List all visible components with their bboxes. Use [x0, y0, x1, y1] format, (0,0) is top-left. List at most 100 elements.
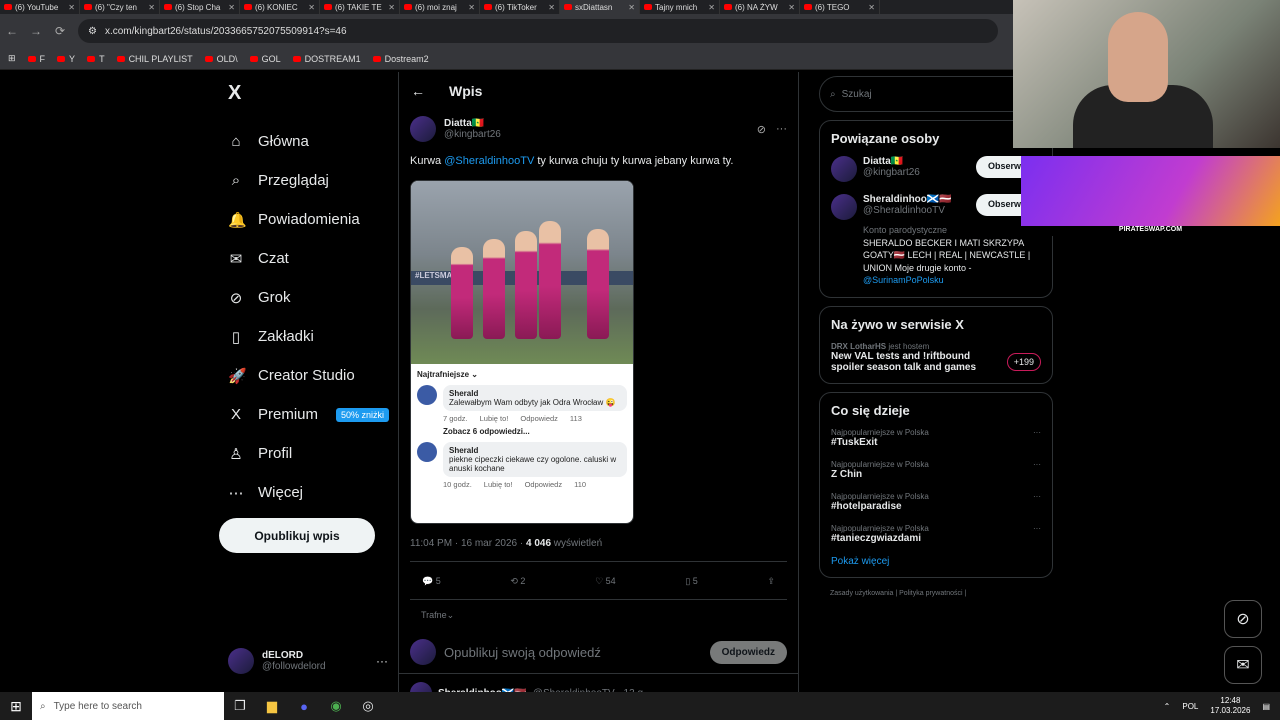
post-actions: 💬 5 ⟲ 2 ♡ 54 ▯ 5 ⇪ — [410, 561, 787, 587]
back-arrow-icon[interactable]: ← — [411, 83, 425, 99]
reply-sort[interactable]: Trafne⌄ — [410, 599, 787, 631]
reply-action[interactable]: 💬 5 — [422, 576, 441, 587]
browser-tab[interactable]: (6) YouTube ✕ — [0, 0, 80, 14]
more-icon[interactable]: ··· — [1033, 492, 1041, 501]
share-icon[interactable]: ⇪ — [767, 576, 775, 587]
sidebar-item[interactable]: 🔔 Powiadomienia — [218, 200, 398, 239]
sidebar-item[interactable]: X Premium 50% zniżki — [218, 395, 398, 434]
back-icon[interactable]: ← — [0, 24, 24, 38]
bookmark[interactable]: T — [87, 54, 105, 64]
post-timestamp[interactable]: 11:04 PM · 16 mar 2026 · — [410, 538, 526, 549]
close-icon[interactable]: ✕ — [548, 3, 555, 12]
browser-tab[interactable]: (6) TEGO ✕ — [800, 0, 880, 14]
bookmark[interactable]: Dostream2 — [372, 54, 429, 64]
close-icon[interactable]: ✕ — [228, 3, 235, 12]
file-explorer-icon[interactable]: ▆ — [256, 698, 288, 714]
more-icon[interactable]: ··· — [776, 123, 787, 136]
close-icon[interactable]: ✕ — [788, 3, 795, 12]
forward-icon[interactable]: → — [24, 24, 48, 38]
grok-fab-icon[interactable]: ⊘ — [1224, 600, 1262, 638]
browser-tab[interactable]: (6) NA ŻYW ✕ — [720, 0, 800, 14]
reply-input[interactable]: Opublikuj swoją odpowiedź — [444, 645, 702, 660]
bookmark[interactable]: OLD\ — [204, 54, 238, 64]
windows-start-icon[interactable]: ⊞ — [0, 698, 32, 715]
like-action[interactable]: ♡ 54 — [595, 576, 616, 587]
sidebar-item[interactable]: ✉ Czat — [218, 239, 398, 278]
sidebar-item[interactable]: ▯ Zakładki — [218, 317, 398, 356]
language-indicator[interactable]: POL — [1182, 702, 1198, 711]
browser-tab[interactable]: (6) moi znaj ✕ — [400, 0, 480, 14]
more-icon[interactable]: ··· — [1033, 460, 1041, 469]
live-card[interactable]: Na żywo w serwisie X DRX LotharHS jest h… — [819, 305, 1053, 384]
show-more-link[interactable]: Pokaż więcej — [831, 556, 1041, 567]
reload-icon[interactable]: ⟳ — [48, 24, 72, 38]
close-icon[interactable]: ✕ — [708, 3, 715, 12]
footer-links[interactable]: Zasady użytkowania | Polityka prywatnośc… — [819, 590, 1053, 597]
browser-tab[interactable]: (6) KONIEC ✕ — [240, 0, 320, 14]
browser-tab[interactable]: (6) TAKIE TE ✕ — [320, 0, 400, 14]
browser-tab[interactable]: (6) "Czy ten ✕ — [80, 0, 160, 14]
trend-item[interactable]: Najpopularniejsze w Polska ··· Z Chin — [831, 460, 1041, 480]
chrome-icon[interactable]: ◉ — [320, 698, 352, 714]
more-icon[interactable]: ··· — [1033, 524, 1041, 533]
url-bar[interactable]: ⚙ x.com/kingbart26/status/20336657520755… — [78, 19, 998, 43]
sidebar-item[interactable]: ⋯ Więcej — [218, 473, 398, 512]
post-media[interactable]: #LETSMAKE Najtrafniejsze ⌄ Sherald Zalewa… — [410, 180, 634, 525]
close-icon[interactable]: ✕ — [388, 3, 395, 12]
close-icon[interactable]: ✕ — [148, 3, 155, 12]
clock[interactable]: 12:48 17.03.2026 — [1210, 696, 1250, 717]
page-header: ← Wpis — [399, 72, 798, 110]
taskbar-search[interactable]: ⌕ Type here to search — [32, 692, 224, 720]
repost-action[interactable]: ⟲ 2 — [510, 576, 525, 587]
site-info-icon[interactable]: ⚙ — [88, 26, 97, 37]
x-logo[interactable]: X — [228, 82, 398, 122]
task-view-icon[interactable]: ❐ — [224, 698, 256, 714]
bookmark[interactable]: CHIL PLAYLIST — [116, 54, 193, 64]
tab-title: (6) Stop Cha — [175, 2, 221, 12]
trend-item[interactable]: Najpopularniejsze w Polska ··· #hotelparad… — [831, 492, 1041, 512]
author-avatar[interactable] — [410, 116, 436, 142]
mention-link[interactable]: @SheraldinhooTV — [444, 155, 534, 167]
bookmark[interactable]: DOSTREAM1 — [292, 54, 361, 64]
sidebar-item[interactable]: 🚀 Creator Studio — [218, 356, 398, 395]
notifications-icon[interactable]: ▤ — [1262, 702, 1270, 711]
sidebar-item[interactable]: ⊘ Grok — [218, 278, 398, 317]
discord-icon[interactable]: ● — [288, 699, 320, 714]
browser-tab[interactable]: (6) TikToker ✕ — [480, 0, 560, 14]
post-button[interactable]: Opublikuj wpis — [219, 518, 375, 553]
close-icon[interactable]: ✕ — [868, 3, 875, 12]
sidebar-item[interactable]: ⌕ Przeglądaj — [218, 161, 398, 200]
bookmark-action[interactable]: ▯ 5 — [685, 576, 697, 587]
close-icon[interactable]: ✕ — [68, 3, 75, 12]
search-icon: ⌕ — [40, 700, 46, 712]
close-icon[interactable]: ✕ — [308, 3, 315, 12]
bio-link[interactable]: @SurinamPoPolsku — [863, 274, 1041, 287]
person-name: Sheraldinhoo🏴󠁧󠁢󠁳󠁣󠁴󠁿🇱🇻 — [863, 194, 952, 205]
reply-button[interactable]: Odpowiedz — [709, 640, 787, 664]
person[interactable]: Diatta🇸🇳 @kingbart26 Obserwuj — [831, 156, 1041, 182]
author-handle[interactable]: @kingbart26 — [444, 129, 501, 140]
tray-expand-icon[interactable]: ⌃ — [1164, 702, 1171, 711]
bookmark[interactable]: Y — [57, 54, 75, 64]
person[interactable]: Sheraldinhoo🏴󠁧󠁢󠁳󠁣󠁴󠁿🇱🇻 @SheraldinhooTV Obs… — [831, 194, 1041, 220]
obs-icon[interactable]: ◎ — [352, 698, 384, 714]
author-name[interactable]: Diatta🇸🇳 — [444, 118, 501, 129]
account-switcher[interactable]: dELORD @followdelord ··· — [228, 648, 388, 674]
apps-icon[interactable]: ⊞ — [8, 53, 16, 64]
trend-item[interactable]: Najpopularniejsze w Polska ··· #tanieczgwi… — [831, 524, 1041, 544]
browser-tab[interactable]: sxDiattasn ✕ — [560, 0, 640, 14]
messages-fab-icon[interactable]: ✉ — [1224, 646, 1262, 684]
browser-tab[interactable]: Tajny mnich ✕ — [640, 0, 720, 14]
close-icon[interactable]: ✕ — [468, 3, 475, 12]
grok-icon[interactable]: ⊘ — [757, 123, 766, 136]
browser-tab[interactable]: (6) Stop Cha ✕ — [160, 0, 240, 14]
trend-item[interactable]: Najpopularniejsze w Polska ··· #TuskExit — [831, 428, 1041, 448]
bookmark[interactable]: F — [27, 54, 45, 64]
more-icon[interactable]: ··· — [376, 654, 388, 668]
bookmark[interactable]: GOL — [249, 54, 281, 64]
sidebar-item[interactable]: ⌂ Główna — [218, 122, 398, 161]
favicon-icon — [164, 4, 172, 10]
more-icon[interactable]: ··· — [1033, 428, 1041, 437]
close-icon[interactable]: ✕ — [628, 3, 635, 12]
sidebar-item[interactable]: ♙ Profil — [218, 434, 398, 473]
